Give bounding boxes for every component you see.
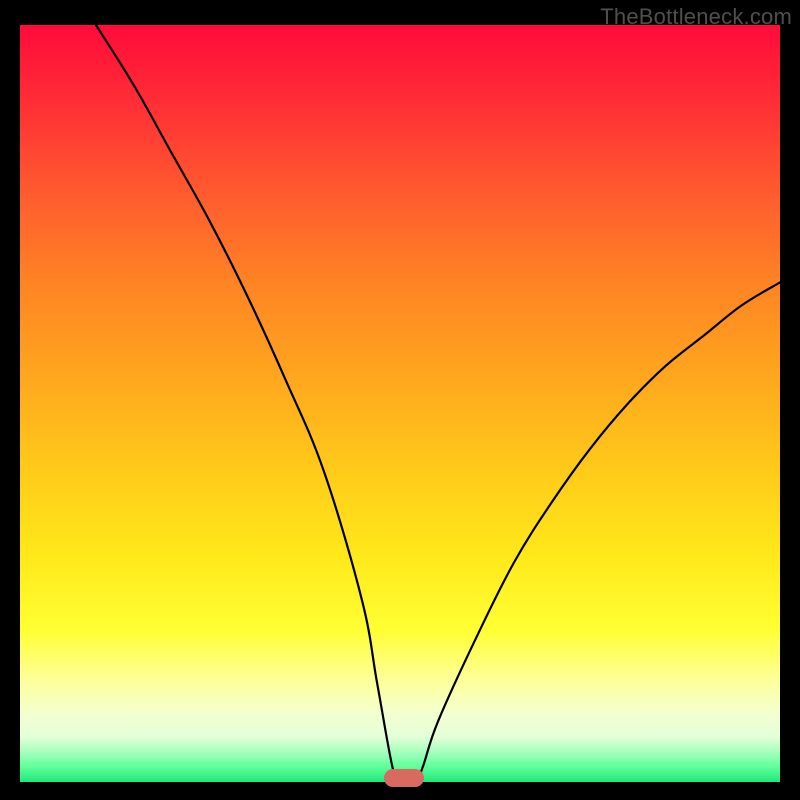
plot-area [20,25,780,782]
watermark-text: TheBottleneck.com [600,4,792,30]
bottleneck-curve [20,25,780,782]
chart-frame: TheBottleneck.com [0,0,800,800]
optimal-point-marker [384,769,424,787]
